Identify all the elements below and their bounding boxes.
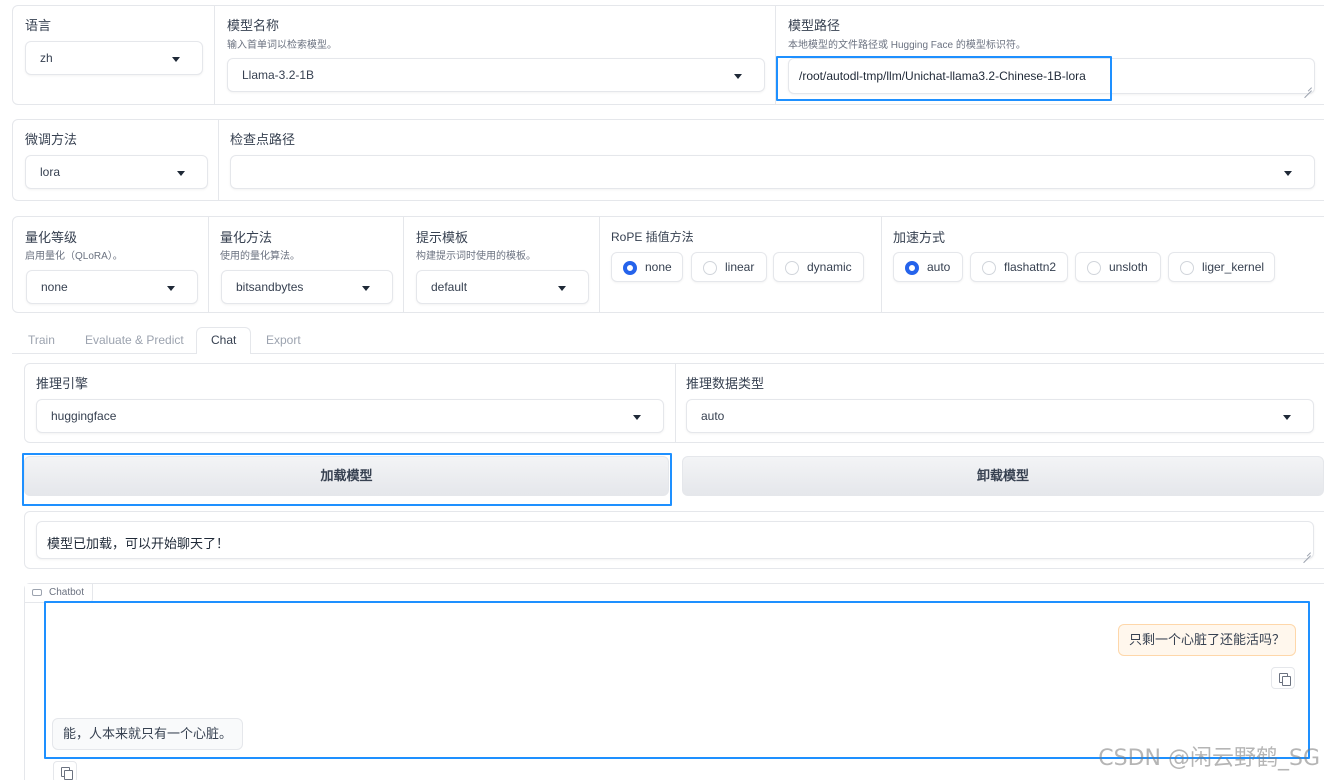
language-value: zh: [40, 51, 53, 65]
radio-icon: [623, 261, 637, 275]
status-textbox[interactable]: 模型已加载，可以开始聊天了！: [36, 521, 1314, 559]
copy-icon[interactable]: [53, 761, 77, 780]
radio-icon: [1087, 261, 1101, 275]
finetuning-type-label: 微调方法: [25, 132, 78, 147]
model-name-label: 模型名称: [227, 18, 280, 33]
chevron-down-icon: [167, 286, 175, 291]
quantization-method-info: 使用的量化算法。: [220, 251, 300, 262]
tab-train[interactable]: Train: [28, 333, 55, 347]
template-dropdown[interactable]: default: [416, 270, 589, 304]
chevron-down-icon: [734, 74, 742, 79]
template-value: default: [431, 280, 468, 294]
copy-icon[interactable]: [1271, 667, 1295, 689]
quantization-bit-value: none: [41, 280, 68, 294]
chatbot-label: Chatbot: [25, 584, 94, 603]
radio-icon: [703, 261, 717, 275]
unload-model-label: 卸载模型: [976, 468, 1029, 483]
load-model-label: 加载模型: [320, 468, 373, 483]
booster-option-flashattn2[interactable]: flashattn2: [970, 252, 1068, 282]
chevron-down-icon: [1283, 415, 1291, 420]
quantization-method-dropdown[interactable]: bitsandbytes: [221, 270, 393, 304]
load-model-button[interactable]: 加载模型: [24, 456, 669, 496]
booster-option-auto[interactable]: auto: [893, 252, 963, 282]
tab-chat[interactable]: Chat: [211, 333, 236, 347]
infer-backend-label: 推理引擎: [36, 376, 89, 391]
rope-scaling-label: RoPE 插值方法: [611, 230, 694, 244]
resize-handle-icon[interactable]: [1304, 83, 1312, 91]
tab-export[interactable]: Export: [266, 333, 301, 347]
model-settings-panel: 语言 zh 模型名称 输入首单词以检索模型。 Llama-3.2-1B 模型路径…: [12, 5, 1324, 105]
model-path-value: /root/autodl-tmp/llm/Unichat-llama3.2-Ch…: [799, 69, 1086, 83]
infer-backend-dropdown[interactable]: huggingface: [36, 399, 664, 433]
model-path-info: 本地模型的文件路径或 Hugging Face 的模型标识符。: [788, 40, 1026, 51]
adapter-settings-panel: 微调方法 lora 检查点路径: [12, 119, 1324, 201]
language-label: 语言: [25, 18, 52, 33]
radio-icon: [1180, 261, 1194, 275]
checkpoint-path-dropdown[interactable]: [230, 155, 1315, 189]
chat-message-assistant: 能，人本来就只有一个心脏。: [52, 718, 244, 750]
quantization-bit-label: 量化等级: [25, 230, 78, 245]
infer-dtype-dropdown[interactable]: auto: [686, 399, 1314, 433]
radio-icon: [982, 261, 996, 275]
chevron-down-icon: [362, 286, 370, 291]
chevron-down-icon: [172, 57, 180, 62]
unload-model-button[interactable]: 卸载模型: [682, 456, 1324, 496]
inference-settings-panel: 推理引擎 huggingface 推理数据类型 auto: [24, 363, 1324, 443]
model-name-info: 输入首单词以检索模型。: [227, 40, 337, 51]
chevron-down-icon: [633, 415, 641, 420]
quantization-method-label: 量化方法: [220, 230, 273, 245]
model-path-label: 模型路径: [788, 18, 841, 33]
rope-option-none[interactable]: none: [611, 252, 683, 282]
rope-option-linear[interactable]: linear: [691, 252, 767, 282]
checkpoint-path-label: 检查点路径: [230, 132, 296, 147]
chat-message-user: 只剩一个心脏了还能活吗？: [1117, 624, 1296, 656]
status-text: 模型已加载，可以开始聊天了！: [47, 536, 230, 551]
model-path-input[interactable]: /root/autodl-tmp/llm/Unichat-llama3.2-Ch…: [788, 58, 1315, 94]
chevron-down-icon: [558, 286, 566, 291]
booster-option-unsloth[interactable]: unsloth: [1075, 252, 1161, 282]
quantization-bit-dropdown[interactable]: none: [26, 270, 198, 304]
model-name-value: Llama-3.2-1B: [242, 68, 315, 82]
chevron-down-icon: [1284, 171, 1292, 176]
status-panel: 模型已加载，可以开始聊天了！: [24, 511, 1324, 569]
quantization-method-value: bitsandbytes: [236, 280, 304, 294]
finetuning-type-dropdown[interactable]: lora: [25, 155, 208, 189]
template-info: 构建提示词时使用的模板。: [416, 251, 536, 262]
booster-label: 加速方式: [893, 230, 946, 245]
infer-backend-value: huggingface: [51, 409, 117, 423]
booster-option-liger-kernel[interactable]: liger_kernel: [1168, 252, 1275, 282]
resize-handle-icon[interactable]: [1303, 548, 1311, 556]
radio-icon: [905, 261, 919, 275]
finetuning-type-value: lora: [40, 165, 61, 179]
chat-icon: [32, 589, 42, 596]
advanced-settings-panel: 量化等级 启用量化（QLoRA）。 none 量化方法 使用的量化算法。 bit…: [12, 216, 1324, 313]
quantization-bit-info: 启用量化（QLoRA）。: [25, 251, 123, 262]
chevron-down-icon: [177, 171, 185, 176]
infer-dtype-value: auto: [701, 409, 725, 423]
tab-evaluate-predict[interactable]: Evaluate & Predict: [85, 333, 184, 347]
template-label: 提示模板: [416, 230, 469, 245]
radio-icon: [785, 261, 799, 275]
rope-option-dynamic[interactable]: dynamic: [773, 252, 864, 282]
infer-dtype-label: 推理数据类型: [686, 376, 765, 391]
model-name-dropdown[interactable]: Llama-3.2-1B: [227, 58, 765, 92]
watermark: CSDN @闲云野鹤_SG: [1098, 746, 1320, 771]
language-dropdown[interactable]: zh: [25, 41, 203, 75]
